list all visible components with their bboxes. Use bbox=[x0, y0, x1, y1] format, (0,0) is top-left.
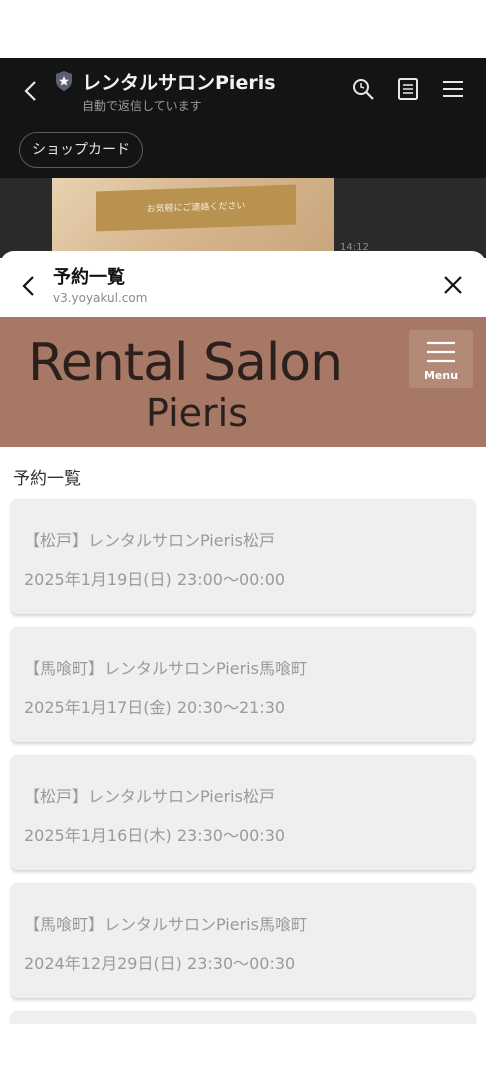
reservation-list-heading: 予約一覧 bbox=[13, 469, 81, 489]
brand-name-line1[interactable]: Rental Salon bbox=[28, 333, 343, 393]
close-icon[interactable] bbox=[441, 273, 465, 297]
chat-message-area: お気軽にご連絡ください 14:12 bbox=[0, 178, 486, 258]
chat-message-image[interactable]: お気軽にご連絡ください bbox=[52, 178, 334, 258]
reservation-shop: 【馬喰町】レンタルサロンPieris馬喰町 bbox=[24, 659, 307, 678]
menu-button[interactable]: Menu bbox=[409, 330, 473, 388]
reservation-datetime: 2024年12月29日(日) 23:30〜00:30 bbox=[24, 954, 296, 973]
reservation-datetime: 2025年1月17日(金) 20:30〜21:30 bbox=[24, 698, 286, 717]
shield-star-icon bbox=[56, 71, 72, 91]
chat-subtitle: 自動で返信しています bbox=[82, 99, 202, 113]
reservation-card[interactable]: 【馬喰町】レンタルサロンPieris馬喰町 2024年12月29日(日) 23:… bbox=[11, 883, 475, 998]
reservation-shop: 【松戸】レンタルサロンPieris松戸 bbox=[24, 531, 275, 550]
reservation-card[interactable]: 【松戸】レンタルサロンPieris松戸 2025年1月16日(木) 23:30〜… bbox=[11, 755, 475, 870]
menu-icon[interactable] bbox=[440, 76, 466, 102]
sheet-title: 予約一覧 bbox=[53, 267, 125, 288]
brand-header: Rental Salon Pieris Menu bbox=[0, 317, 486, 447]
shop-card-button[interactable]: ショップカード bbox=[19, 132, 143, 168]
webview-sheet: 予約一覧 v3.yoyakul.com Rental Salon Pieris … bbox=[0, 251, 486, 1080]
reservation-datetime: 2025年1月19日(日) 23:00〜00:00 bbox=[24, 570, 286, 589]
notes-icon[interactable] bbox=[395, 76, 421, 102]
reservation-datetime: 2025年1月16日(木) 23:30〜00:30 bbox=[24, 826, 286, 845]
reservation-shop: 【馬喰町】レンタルサロンPieris馬喰町 bbox=[24, 915, 307, 934]
hamburger-icon bbox=[427, 341, 455, 363]
chat-header: レンタルサロンPieris 自動で返信しています bbox=[0, 58, 486, 122]
reservation-card[interactable]: 【松戸】レンタルサロンPieris松戸 2025年1月19日(日) 23:00〜… bbox=[11, 499, 475, 614]
brand-name-line2[interactable]: Pieris bbox=[146, 391, 248, 435]
reservation-card[interactable]: 【馬喰町】レンタルサロンPieris馬喰町 2025年1月17日(金) 20:3… bbox=[11, 627, 475, 742]
bottom-blank-area bbox=[0, 1024, 486, 1080]
reservation-list: 【松戸】レンタルサロンPieris松戸 2025年1月19日(日) 23:00〜… bbox=[11, 499, 475, 1064]
sheet-url: v3.yoyakul.com bbox=[53, 291, 148, 305]
status-bar-area bbox=[0, 0, 486, 58]
back-icon[interactable] bbox=[16, 273, 42, 299]
back-icon[interactable] bbox=[18, 78, 44, 104]
search-icon[interactable] bbox=[350, 76, 376, 102]
image-banner-text: お気軽にご連絡ください bbox=[96, 184, 296, 232]
line-chat-background: レンタルサロンPieris 自動で返信しています ショップカード お気軽にご連絡… bbox=[0, 58, 486, 258]
menu-label: Menu bbox=[423, 369, 459, 382]
reservation-shop: 【松戸】レンタルサロンPieris松戸 bbox=[24, 787, 275, 806]
chat-title: レンタルサロンPieris bbox=[82, 72, 276, 94]
